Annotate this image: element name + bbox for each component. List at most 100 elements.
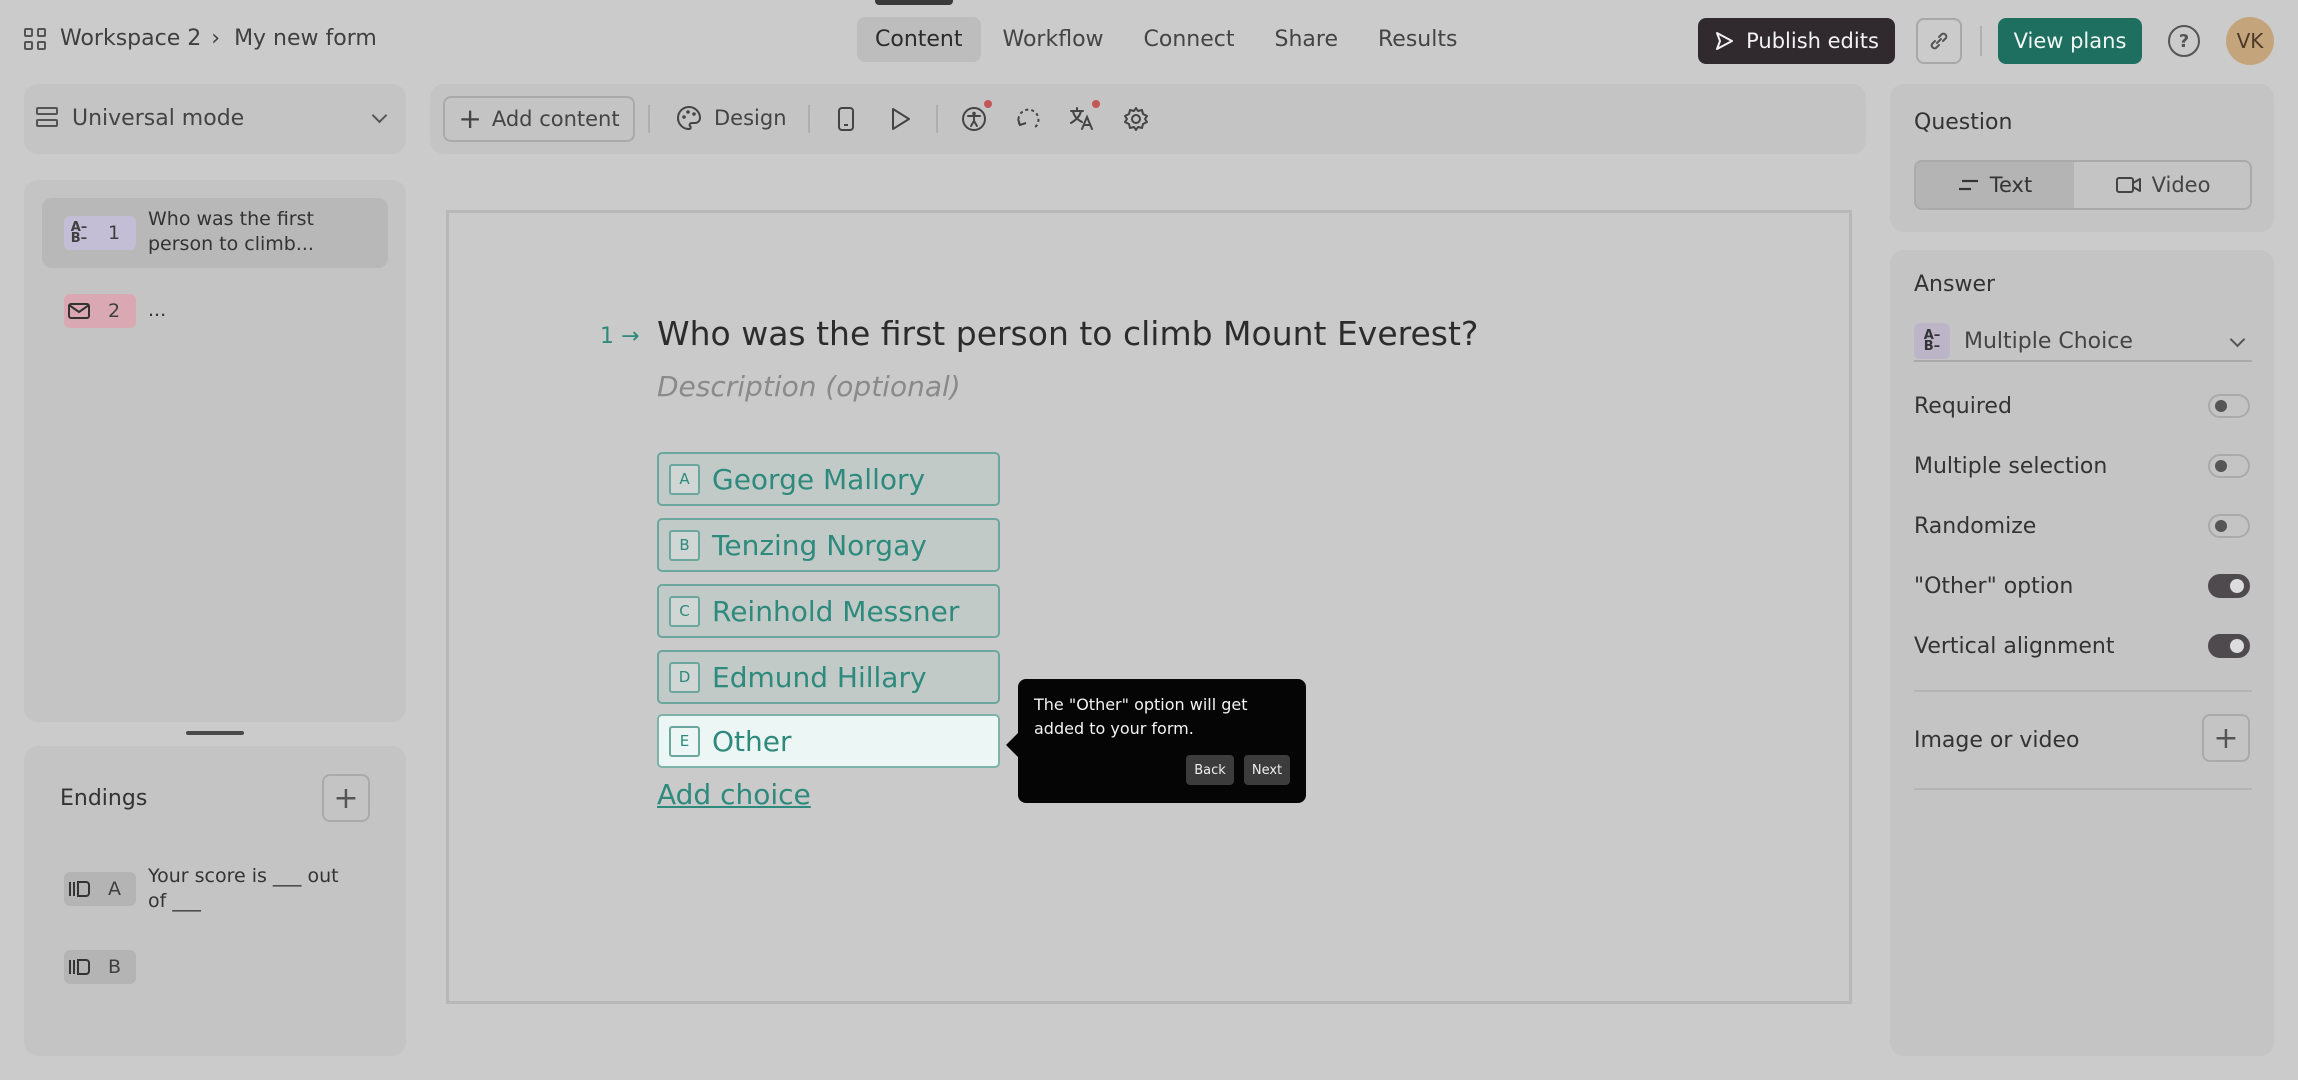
setting-other-option-label: "Other" option (1914, 574, 2074, 599)
question-2-number: 2 (108, 300, 121, 322)
question-number: 1 → (600, 324, 640, 349)
tooltip-back-button[interactable]: Back (1186, 755, 1234, 785)
multiple-selection-toggle[interactable] (2208, 454, 2250, 478)
ending-b-key: B (108, 956, 122, 978)
multiple-choice-icon: A– B– (1914, 323, 1950, 359)
mode-icon (36, 107, 58, 129)
text-type-button[interactable]: Text (1916, 162, 2074, 208)
tab-workflow[interactable]: Workflow (985, 17, 1122, 62)
choice-key: E (669, 725, 700, 757)
vertical-alignment-toggle[interactable] (2208, 634, 2250, 658)
question-1-number: 1 (108, 222, 121, 244)
setting-multiple-selection-label: Multiple selection (1914, 454, 2108, 479)
answer-type-label: Multiple Choice (1964, 328, 2133, 354)
tab-connect[interactable]: Connect (1126, 17, 1253, 62)
notification-dot (1092, 100, 1100, 108)
multiple-choice-icon: A– B– (70, 220, 88, 246)
tooltip-next-button[interactable]: Next (1244, 755, 1290, 785)
choice-a[interactable]: A George Mallory (657, 452, 1000, 506)
tab-share[interactable]: Share (1257, 17, 1357, 62)
publish-edits-label: Publish edits (1746, 29, 1879, 53)
tooltip-text: The "Other" option will get added to you… (1034, 695, 1248, 738)
breadcrumb: Workspace 2 › My new form (24, 26, 377, 51)
question-2-text[interactable]: ... (148, 298, 166, 323)
choice-label: Other (712, 724, 792, 758)
add-ending-button[interactable]: + (322, 774, 370, 822)
ending-icon (64, 880, 94, 898)
accessibility-icon[interactable] (960, 105, 988, 133)
choice-key: C (669, 595, 700, 627)
choice-d[interactable]: D Edmund Hillary (657, 650, 1000, 704)
choice-e-other[interactable]: E Other (657, 714, 1000, 768)
breadcrumb-form-name[interactable]: My new form (234, 26, 377, 51)
send-icon (1716, 32, 1734, 50)
ending-a-key: A (108, 878, 121, 900)
endings-title: Endings (60, 786, 148, 811)
video-type-button[interactable]: Video (2076, 162, 2250, 208)
choice-label: Reinhold Messner (712, 594, 960, 628)
question-2-badge[interactable]: 2 (64, 294, 136, 328)
setting-required-label: Required (1914, 394, 2012, 419)
play-preview-icon[interactable] (886, 105, 914, 133)
onboarding-tooltip: The "Other" option will get added to you… (1006, 679, 1306, 803)
translate-icon[interactable] (1068, 105, 1096, 133)
toolbar-divider (648, 105, 650, 133)
palette-icon (677, 105, 702, 131)
setting-randomize-label: Randomize (1914, 514, 2037, 539)
video-icon (2115, 177, 2141, 193)
add-content-button[interactable]: + Add content (443, 96, 635, 142)
choice-c[interactable]: C Reinhold Messner (657, 584, 1000, 638)
text-icon (1958, 179, 1978, 191)
design-button[interactable]: Design (676, 105, 787, 131)
question-title[interactable]: Who was the first person to climb Mount … (657, 314, 1478, 353)
divider (1914, 788, 2252, 790)
notification-dot (984, 100, 992, 108)
other-option-toggle[interactable] (2208, 574, 2250, 598)
link-icon (1930, 32, 1948, 50)
add-content-label: Add content (491, 107, 620, 131)
ending-a-text[interactable]: Your score is ___ out of ___ (148, 864, 348, 914)
text-type-label: Text (1989, 173, 2033, 197)
toolbar-divider (808, 105, 810, 133)
ending-a-badge[interactable]: A (64, 872, 136, 906)
mode-label: Universal mode (72, 106, 245, 131)
ending-b-badge[interactable]: B (64, 950, 136, 984)
answer-heading: Answer (1914, 272, 1996, 297)
design-label: Design (714, 106, 787, 130)
main-tabs: Content Workflow Connect Share Results (857, 0, 1479, 62)
view-plans-button[interactable]: View plans (1998, 18, 2142, 64)
setting-vertical-alignment-label: Vertical alignment (1914, 634, 2115, 659)
question-1-text: Who was the first person to climb... (148, 208, 314, 255)
add-image-video-button[interactable]: + (2202, 714, 2250, 762)
workspace-grid-icon[interactable] (24, 27, 46, 50)
question-description-input[interactable]: Description (optional) (657, 370, 961, 403)
question-1-badge: A– B– 1 (64, 216, 136, 250)
panel-resize-handle[interactable] (186, 731, 244, 735)
answer-type-select[interactable]: A– B– Multiple Choice (1914, 322, 2252, 362)
divider (1914, 690, 2252, 692)
arrow-right-icon: → (621, 324, 640, 349)
logic-icon[interactable] (1014, 105, 1042, 133)
plus-icon: + (333, 780, 359, 816)
copy-link-button[interactable] (1916, 18, 1962, 64)
breadcrumb-separator-icon: › (211, 26, 221, 51)
required-toggle[interactable] (2208, 394, 2250, 418)
help-icon[interactable]: ? (2168, 25, 2200, 57)
tab-content[interactable]: Content (857, 0, 981, 62)
avatar[interactable]: VK (2226, 17, 2274, 65)
choice-key: A (669, 463, 700, 495)
breadcrumb-workspace[interactable]: Workspace 2 (60, 26, 201, 51)
publish-edits-button[interactable]: Publish edits (1698, 18, 1895, 64)
add-choice-link[interactable]: Add choice (657, 778, 811, 811)
gear-icon[interactable] (1122, 105, 1150, 133)
randomize-toggle[interactable] (2208, 514, 2250, 538)
choice-label: George Mallory (712, 462, 926, 496)
email-icon (64, 303, 94, 319)
choice-label: Edmund Hillary (712, 660, 927, 694)
choice-b[interactable]: B Tenzing Norgay (657, 518, 1000, 572)
header-divider (1980, 26, 1982, 56)
video-type-label: Video (2151, 173, 2211, 197)
mobile-preview-icon[interactable] (832, 105, 860, 133)
plus-icon: + (2213, 720, 2239, 756)
tab-results[interactable]: Results (1360, 17, 1475, 62)
